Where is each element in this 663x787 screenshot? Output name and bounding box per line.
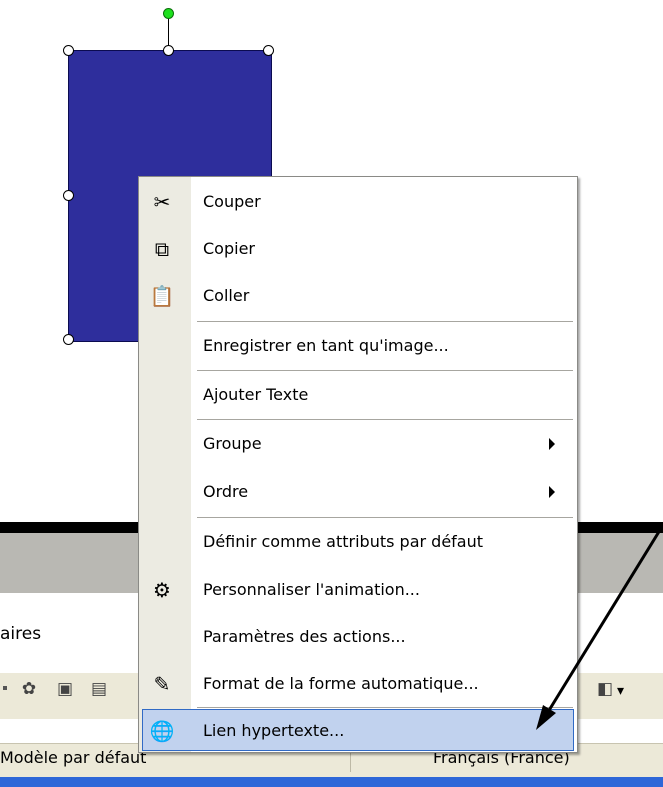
- annotation-arrow: [536, 529, 662, 730]
